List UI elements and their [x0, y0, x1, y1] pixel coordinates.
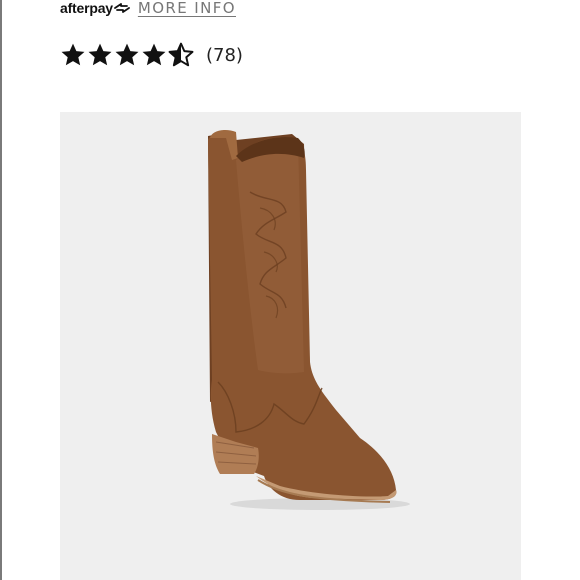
more-info-link[interactable]: MORE INFO [138, 0, 236, 17]
afterpay-logo-text: afterpay [60, 0, 113, 16]
star-half-icon [168, 42, 194, 67]
star-full-icon [61, 43, 85, 66]
star-full-icon [88, 43, 112, 66]
rating-row: (78) [60, 40, 243, 70]
left-border [0, 0, 2, 580]
star-rating [60, 42, 194, 68]
boot-illustration [208, 130, 410, 510]
review-count[interactable]: (78) [206, 45, 243, 66]
star-full-icon [142, 43, 166, 66]
product-image[interactable] [60, 112, 521, 580]
afterpay-arrows-icon [113, 3, 130, 13]
star-full-icon [115, 43, 139, 66]
afterpay-logo: afterpay [60, 0, 130, 16]
afterpay-row: afterpay MORE INFO [60, 0, 236, 19]
